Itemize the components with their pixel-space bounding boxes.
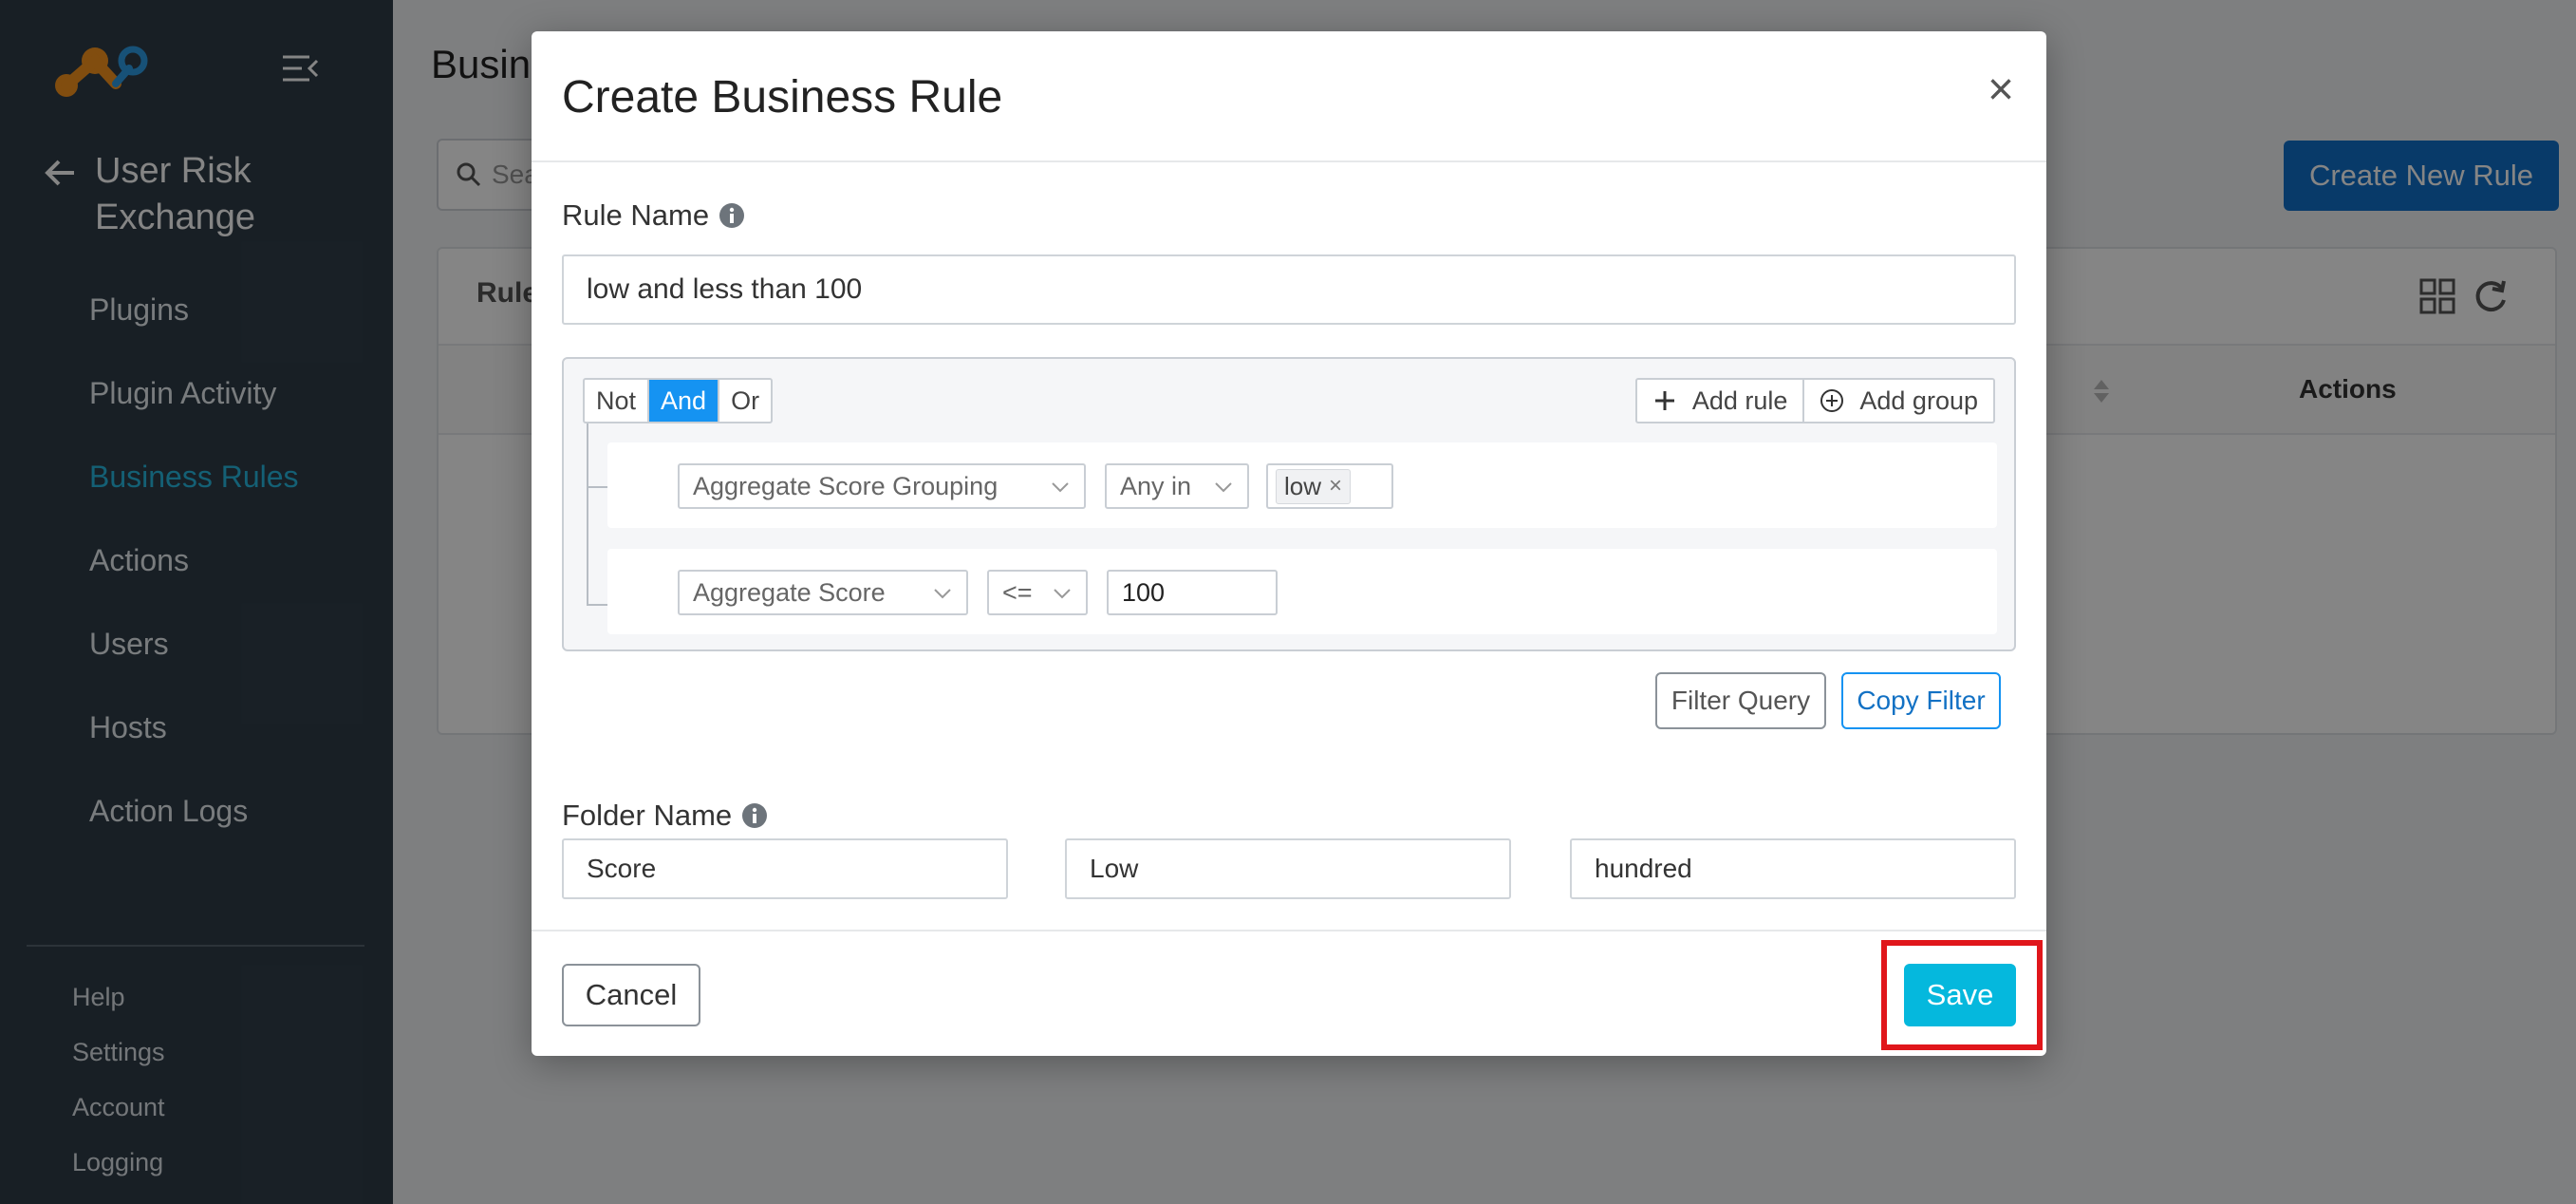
- query-actions: Add rule Add group: [1634, 378, 1995, 423]
- rule-1-operator-select[interactable]: Any in: [1105, 463, 1249, 509]
- conjunction-and[interactable]: And: [647, 380, 719, 422]
- chevron-down-icon: [934, 589, 951, 599]
- add-rule-label: Add rule: [1691, 386, 1788, 415]
- tree-connector-2: [587, 604, 607, 606]
- plus-icon: [1654, 391, 1674, 410]
- rule-name-label: Rule Name: [562, 198, 745, 233]
- rule-2-operator-select[interactable]: <=: [987, 570, 1088, 615]
- rule-1-field-select[interactable]: Aggregate Score Grouping: [678, 463, 1086, 509]
- value-tag-label: low: [1284, 471, 1322, 500]
- folder-name-label-text: Folder Name: [562, 799, 733, 832]
- rule-2-field-select[interactable]: Aggregate Score: [678, 570, 968, 615]
- folder-name-label: Folder Name: [562, 799, 768, 833]
- modal-footer: Cancel Save: [532, 930, 2046, 1056]
- rule-row-2: Aggregate Score <= 100: [607, 549, 1997, 634]
- plus-circle-icon: [1820, 389, 1844, 412]
- modal-title: Create Business Rule: [562, 72, 1003, 122]
- copy-filter-button[interactable]: Copy Filter: [1841, 672, 2001, 729]
- folder-name-value-1: Score: [587, 854, 657, 883]
- add-group-label: Add group: [1859, 386, 1978, 415]
- folder-name-input-2[interactable]: Low: [1065, 838, 1511, 899]
- add-group-button[interactable]: Add group: [1802, 380, 1993, 422]
- chevron-down-icon: [1052, 482, 1069, 493]
- conjunction-or[interactable]: Or: [718, 380, 771, 422]
- rule-1-values-select[interactable]: low ×: [1266, 463, 1393, 509]
- create-business-rule-modal: Create Business Rule × Rule Name low and…: [532, 31, 2046, 1056]
- chevron-down-icon: [1215, 482, 1232, 493]
- rule-1-field-value: Aggregate Score Grouping: [693, 471, 999, 500]
- rule-name-label-text: Rule Name: [562, 198, 710, 232]
- query-builder: Not And Or Add rule Add group Aggregate …: [562, 357, 2016, 651]
- rule-2-operator-value: <=: [1002, 577, 1033, 607]
- rule-name-input[interactable]: low and less than 100: [562, 254, 2016, 325]
- save-button[interactable]: Save: [1904, 964, 2016, 1026]
- tree-connector: [587, 423, 588, 606]
- rule-2-field-value: Aggregate Score: [693, 577, 886, 607]
- rule-2-value-input[interactable]: 100: [1107, 570, 1278, 615]
- folder-name-value-3: hundred: [1595, 854, 1692, 883]
- modal-header: Create Business Rule ×: [532, 31, 2046, 162]
- value-tag: low ×: [1276, 468, 1352, 504]
- rule-row-1: Aggregate Score Grouping Any in low ×: [607, 442, 1997, 528]
- info-icon[interactable]: [719, 202, 745, 229]
- conjunction-group: Not And Or: [583, 378, 774, 423]
- folder-name-input-3[interactable]: hundred: [1570, 838, 2016, 899]
- folder-name-input-1[interactable]: Score: [562, 838, 1008, 899]
- rule-2-value: 100: [1122, 577, 1166, 607]
- close-icon[interactable]: ×: [1988, 67, 2014, 113]
- info-icon[interactable]: [741, 802, 768, 829]
- conjunction-not[interactable]: Not: [585, 380, 647, 422]
- chevron-down-icon: [1054, 589, 1071, 599]
- rule-1-operator-value: Any in: [1120, 471, 1192, 500]
- tree-connector-1: [587, 486, 607, 488]
- add-rule-button[interactable]: Add rule: [1637, 380, 1803, 422]
- folder-name-value-2: Low: [1090, 854, 1139, 883]
- tag-remove-icon[interactable]: ×: [1329, 473, 1342, 499]
- rule-name-value: low and less than 100: [587, 273, 863, 305]
- cancel-button[interactable]: Cancel: [562, 964, 700, 1026]
- filter-query-button[interactable]: Filter Query: [1655, 672, 1826, 729]
